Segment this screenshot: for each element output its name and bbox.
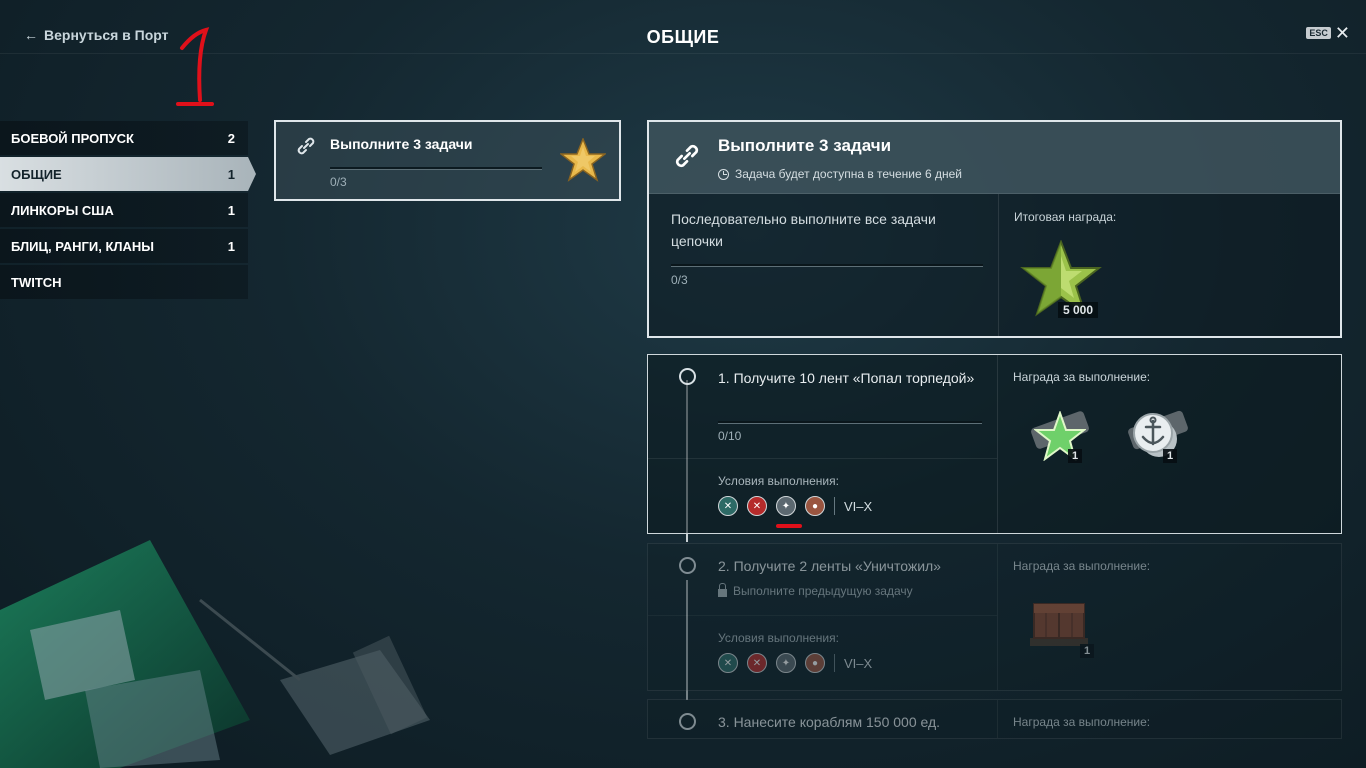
annotation-number-one: [176, 27, 214, 106]
task-status-circle: [679, 557, 696, 574]
sidebar-item-label: TWITCH: [11, 274, 62, 290]
esc-key-badge: ESC: [1306, 27, 1331, 39]
divider: [998, 194, 999, 338]
conditions-row: ✕ ✕ ✦ ● VI–X: [718, 496, 872, 516]
task-status-circle: [679, 368, 696, 385]
sidebar-item-count: 2: [227, 130, 235, 146]
task-title: 3. Нанесите кораблям 150 000 ед.: [718, 714, 941, 730]
chain-progress-bar: [671, 264, 983, 267]
chain-detail-title: Выполните 3 задачи: [718, 136, 892, 155]
locked-notice: Выполните предыдущую задачу: [718, 583, 913, 598]
lock-icon: [718, 583, 727, 597]
task-chain-card[interactable]: Выполните 3 задачи 0/3: [274, 120, 621, 201]
close-icon: ✕: [1334, 23, 1350, 43]
divider: [997, 700, 998, 738]
destroyer-class-icon[interactable]: ✕: [718, 653, 738, 673]
locked-text: Выполните предыдущую задачу: [733, 584, 913, 598]
chain-detail-header: Выполните 3 задачи Задача будет доступна…: [649, 122, 1340, 194]
reward-count: 1: [1068, 449, 1083, 463]
chain-card-progress: 0/3: [330, 175, 347, 189]
availability-text: Задача будет доступна в течение 6 дней: [735, 167, 962, 181]
sidebar-item-label: БЛИЦ, РАНГИ, КЛАНЫ: [11, 238, 155, 254]
task-title: 1. Получите 10 лент «Попал торпедой»: [718, 370, 975, 386]
final-reward-label: Итоговая награда:: [1014, 210, 1117, 224]
battleship-class-icon[interactable]: ●: [805, 653, 825, 673]
divider: [997, 355, 998, 533]
chain-detail-availability: Задача будет доступна в течение 6 дней: [718, 167, 962, 181]
container-reward: 1: [1024, 596, 1095, 661]
chain-link-icon: [297, 137, 315, 155]
destroyer-class-icon[interactable]: ✕: [718, 496, 738, 516]
final-reward-amount: 5 000: [1058, 302, 1099, 318]
divider: [648, 615, 997, 616]
sidebar-item-general[interactable]: ОБЩИЕ 1: [0, 157, 256, 191]
task-progress-bar: [718, 421, 982, 424]
final-reward-block: Итоговая награда: 5 000: [1014, 210, 1117, 318]
close-button[interactable]: ESC ✕: [1306, 23, 1350, 43]
sidebar-item-count: 1: [227, 202, 235, 218]
divider: [648, 458, 997, 459]
chain-detail-panel: Выполните 3 задачи Задача будет доступна…: [647, 120, 1342, 338]
divider: [997, 544, 998, 690]
tier-range: VI–X: [844, 498, 873, 514]
annotation-underline: [776, 524, 802, 528]
sidebar-item-label: ОБЩИЕ: [11, 166, 62, 182]
divider: [834, 497, 835, 515]
chain-description-block: Последовательно выполните все задачи цеп…: [671, 208, 983, 287]
star-reward-icon: [560, 138, 606, 182]
chain-card-progress-bar: [330, 167, 542, 170]
task-card-3[interactable]: 3. Нанесите кораблям 150 000 ед. Награда…: [647, 699, 1342, 739]
chain-progress: 0/3: [671, 273, 688, 287]
divider: [834, 654, 835, 672]
reward-count: 1: [1163, 449, 1178, 463]
reward-count: 1: [1080, 644, 1095, 658]
conditions-row: ✕ ✕ ✦ ● VI–X: [718, 653, 872, 673]
task-reward-label: Награда за выполнение:: [1013, 559, 1151, 573]
sidebar-item-label: ЛИНКОРЫ США: [11, 202, 114, 218]
task-title: 2. Получите 2 ленты «Уничтожил»: [718, 558, 941, 574]
conditions-label: Условия выполнения:: [718, 631, 839, 645]
chain-description: Последовательно выполните все задачи цеп…: [671, 211, 936, 249]
task-reward-label: Награда за выполнение:: [1013, 370, 1151, 384]
aircraft-carrier-class-icon[interactable]: ✦: [776, 653, 796, 673]
sidebar-item-count: 1: [227, 166, 235, 182]
task-progress: 0/10: [718, 429, 742, 443]
task-card-2[interactable]: 2. Получите 2 ленты «Уничтожил» Выполнит…: [647, 543, 1342, 691]
sidebar-item-battle-pass[interactable]: БОЕВОЙ ПРОПУСК 2: [0, 121, 248, 155]
desk-decoration: [0, 520, 520, 768]
clock-icon: [718, 168, 729, 180]
sidebar-item-us-battleships[interactable]: ЛИНКОРЫ США 1: [0, 193, 248, 227]
chain-link-icon: [675, 144, 699, 168]
sidebar-item-blitz-ranked-clans[interactable]: БЛИЦ, РАНГИ, КЛАНЫ 1: [0, 229, 248, 263]
battleship-class-icon[interactable]: ●: [805, 496, 825, 516]
conditions-label: Условия выполнения:: [718, 474, 839, 488]
cruiser-class-icon[interactable]: ✕: [747, 653, 767, 673]
category-sidebar: БОЕВОЙ ПРОПУСК 2 ОБЩИЕ 1 ЛИНКОРЫ США 1 Б…: [0, 121, 256, 301]
chain-card-title: Выполните 3 задачи: [330, 136, 473, 152]
sidebar-item-label: БОЕВОЙ ПРОПУСК: [11, 130, 134, 146]
task-status-circle: [679, 713, 696, 730]
sidebar-item-count: 1: [227, 238, 235, 254]
aircraft-carrier-class-icon[interactable]: ✦: [776, 496, 796, 516]
cruiser-class-icon[interactable]: ✕: [747, 496, 767, 516]
task-card-1[interactable]: 1. Получите 10 лент «Попал торпедой» 0/1…: [647, 354, 1342, 534]
sidebar-item-twitch[interactable]: TWITCH: [0, 265, 248, 299]
task-reward-label: Награда за выполнение:: [1013, 715, 1151, 729]
tier-range: VI–X: [844, 655, 873, 671]
